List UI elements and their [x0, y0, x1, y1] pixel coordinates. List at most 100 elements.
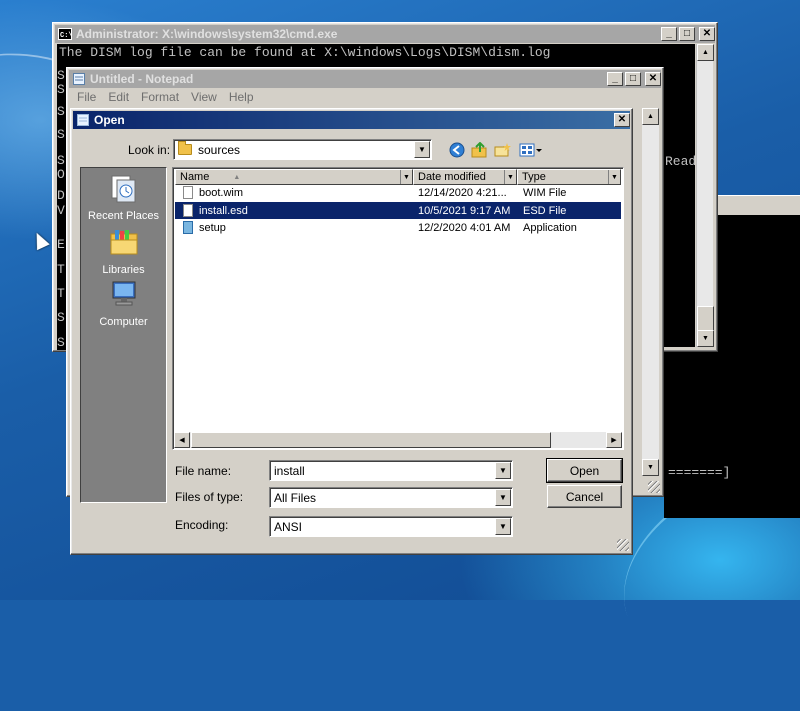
file-type-select[interactable]: All Files ▼ — [269, 487, 513, 508]
chevron-down-icon[interactable]: ▼ — [495, 462, 511, 479]
chevron-down-icon[interactable]: ▼ — [495, 518, 511, 535]
scroll-right-button[interactable]: ▶ — [606, 432, 622, 448]
console-line: The DISM log file can be found at X:\win… — [59, 45, 551, 60]
look-in-label-row: Look in: — [128, 143, 170, 157]
scroll-down-button[interactable]: ▼ — [697, 330, 714, 347]
console-fragment-text: Read — [665, 154, 697, 169]
libraries-icon — [110, 230, 137, 255]
chevron-down-icon[interactable]: ▼ — [608, 170, 620, 184]
scroll-up-button[interactable]: ▲ — [642, 108, 659, 125]
place-label: Recent Places — [88, 210, 159, 222]
file-type: WIM File — [523, 186, 567, 199]
notepad-menubar: File Edit Format View Help — [71, 90, 260, 108]
window-title: Administrator: X:\windows\system32\cmd.e… — [76, 27, 338, 41]
file-name-value: install — [274, 463, 305, 478]
scroll-left-button[interactable]: ◀ — [174, 432, 190, 448]
file-row[interactable]: boot.wim 12/14/2020 4:21... WIM File — [175, 184, 621, 201]
file-icon — [183, 186, 193, 199]
console-fragment-char: T — [57, 262, 66, 277]
encoding-label-row: Encoding: — [175, 518, 228, 532]
chevron-down-icon[interactable]: ▼ — [504, 170, 516, 184]
file-row[interactable]: setup 12/2/2020 4:01 AM Application — [175, 219, 621, 236]
maximize-button[interactable]: □ — [625, 72, 641, 86]
place-label: Libraries — [102, 264, 145, 276]
console-fragment-char: S — [57, 68, 66, 83]
menu-help[interactable]: Help — [223, 90, 260, 108]
cmd-vertical-scrollbar[interactable]: ▲ ▼ — [696, 44, 714, 347]
menu-view[interactable]: View — [185, 90, 223, 108]
chevron-down-icon[interactable]: ▼ — [495, 489, 511, 506]
cmd-icon: C:\ — [58, 28, 72, 40]
close-button[interactable]: ✕ — [699, 27, 715, 41]
file-type: Application — [523, 221, 577, 234]
new-folder-icon[interactable] — [494, 141, 512, 159]
open-button[interactable]: Open — [546, 458, 623, 483]
dialog-title: Open — [94, 113, 125, 127]
notepad-icon — [73, 73, 85, 85]
resize-grip[interactable] — [617, 539, 629, 551]
menu-format[interactable]: Format — [135, 90, 185, 108]
console-fragment-char: S — [57, 310, 66, 325]
file-type: ESD File — [523, 204, 567, 217]
close-button[interactable]: ✕ — [645, 72, 661, 86]
svg-text:C:\: C:\ — [60, 32, 72, 40]
file-name: setup — [199, 221, 226, 234]
up-folder-icon[interactable] — [471, 141, 489, 159]
minimize-button[interactable]: _ — [661, 27, 677, 41]
notepad-icon — [77, 114, 89, 126]
place-libraries[interactable]: Libraries — [81, 228, 166, 276]
chevron-down-icon[interactable]: ▼ — [400, 170, 412, 184]
back-icon[interactable] — [448, 141, 466, 159]
place-recent-places[interactable]: Recent Places — [81, 174, 166, 222]
resize-grip[interactable] — [648, 481, 660, 493]
computer-icon — [112, 281, 135, 306]
file-type-value: All Files — [274, 490, 317, 505]
file-list[interactable]: Name ▲ ▼ Date modified ▼ Type ▼ boot.wim… — [172, 167, 624, 450]
file-date: 12/2/2020 4:01 AM — [418, 221, 511, 234]
column-header-name[interactable]: Name ▲ ▼ — [175, 169, 413, 185]
file-row-selected[interactable]: install.esd 10/5/2021 9:17 AM ESD File — [175, 202, 621, 219]
file-name: install.esd — [199, 204, 248, 217]
file-type-label: Files of type: — [175, 490, 244, 504]
minimize-button[interactable]: _ — [607, 72, 623, 86]
cancel-button[interactable]: Cancel — [547, 485, 622, 508]
close-button[interactable]: ✕ — [614, 113, 630, 127]
file-name: boot.wim — [199, 186, 244, 199]
place-label: Computer — [99, 316, 148, 328]
column-header-date[interactable]: Date modified ▼ — [413, 169, 517, 185]
encoding-select[interactable]: ANSI ▼ — [269, 516, 513, 537]
console-fragment-char: S — [57, 335, 66, 350]
chevron-down-icon[interactable]: ▼ — [414, 141, 430, 158]
column-label: Type — [522, 171, 546, 183]
menu-edit[interactable]: Edit — [102, 90, 135, 108]
file-name-combobox[interactable]: install ▼ — [269, 460, 513, 481]
console-progress-text: =======] — [668, 465, 731, 480]
encoding-label: Encoding: — [175, 518, 229, 532]
place-computer[interactable]: Computer — [81, 280, 166, 328]
column-label: Date modified — [418, 171, 486, 183]
folder-icon — [178, 141, 192, 155]
file-name-label-row: File name: — [175, 464, 231, 478]
file-date: 10/5/2021 9:17 AM — [418, 204, 511, 217]
console-fragment-char: S — [57, 153, 66, 168]
column-label: Name — [180, 171, 210, 183]
console-fragment-char: D — [57, 188, 66, 203]
view-menu-icon[interactable] — [519, 141, 543, 159]
notepad-vertical-scrollbar[interactable]: ▲ ▼ — [642, 108, 659, 476]
cmd-titlebar[interactable]: C:\ Administrator: X:\windows\system32\c… — [55, 25, 715, 43]
scroll-down-button[interactable]: ▼ — [642, 459, 659, 476]
sort-ascending-icon: ▲ — [233, 173, 241, 181]
notepad-titlebar[interactable]: Untitled - Notepad _ □ ✕ — [69, 70, 661, 88]
scroll-up-button[interactable]: ▲ — [697, 44, 714, 61]
file-icon — [183, 204, 193, 217]
console-fragment-char: S — [57, 82, 66, 97]
console-fragment-char: S — [57, 104, 66, 119]
open-dialog-titlebar[interactable]: Open ✕ — [73, 111, 630, 129]
scroll-thumb[interactable] — [191, 432, 551, 448]
maximize-button[interactable]: □ — [679, 27, 695, 41]
column-header-type[interactable]: Type ▼ — [517, 169, 621, 185]
console-fragment-char: O — [57, 167, 66, 182]
file-list-horizontal-scrollbar[interactable]: ◀ ▶ — [174, 432, 622, 448]
look-in-combobox[interactable]: sources ▼ — [173, 139, 432, 160]
menu-file[interactable]: File — [71, 90, 102, 108]
